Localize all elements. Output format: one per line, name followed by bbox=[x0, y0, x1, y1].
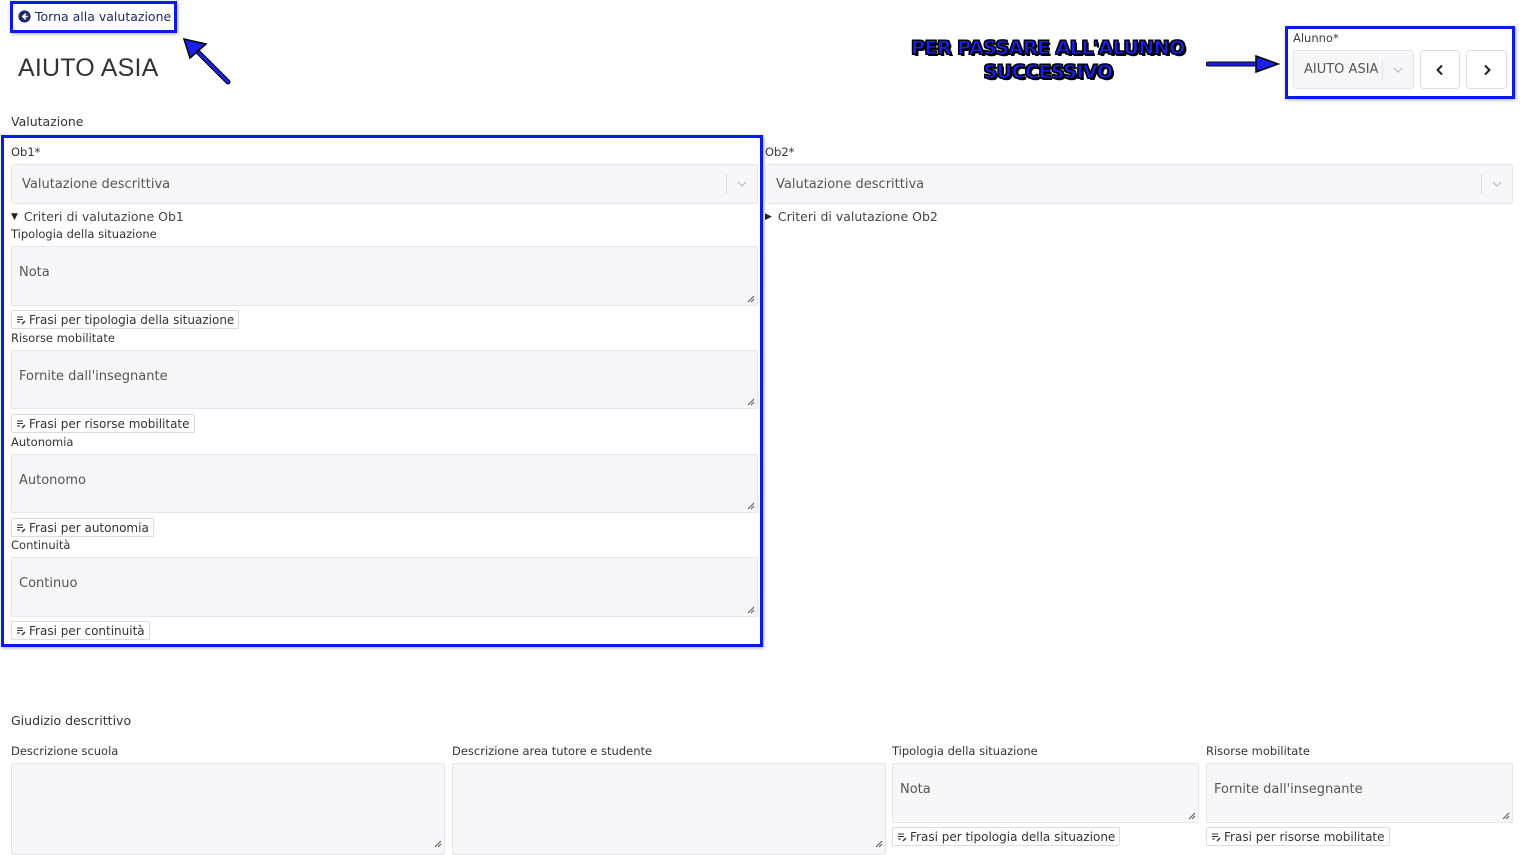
ob1-continuita-phrases-button[interactable]: Frasi per continuità bbox=[11, 621, 150, 640]
ob1-criteria-label: Criteri di valutazione Ob1 bbox=[23, 209, 184, 224]
phrases-icon bbox=[17, 627, 26, 635]
resize-grip-icon[interactable] bbox=[747, 606, 755, 614]
annotation-arrow-right-icon bbox=[1206, 54, 1280, 74]
ob1-criteria-toggle[interactable]: ▼ Criteri di valutazione Ob1 bbox=[11, 209, 184, 224]
triangle-right-icon: ▶ bbox=[765, 211, 772, 222]
chevron-right-icon bbox=[1483, 64, 1491, 75]
descrizione-area-textarea[interactable] bbox=[452, 763, 886, 855]
previous-student-button[interactable] bbox=[1420, 50, 1460, 89]
ob1-field-label: Continuità bbox=[11, 538, 71, 552]
chevron-down-icon bbox=[727, 181, 757, 187]
student-select[interactable]: AIUTO ASIA bbox=[1293, 50, 1414, 89]
student-select-value: AIUTO ASIA bbox=[1304, 62, 1379, 77]
phrase-button-label: Frasi per autonomia bbox=[29, 520, 149, 535]
giudizio-tipologia-textarea[interactable]: Nota bbox=[892, 763, 1199, 823]
ob1-select[interactable]: Valutazione descrittiva bbox=[11, 164, 758, 204]
textarea-value: Nota bbox=[900, 782, 931, 797]
giudizio-risorse-phrases-button[interactable]: Frasi per risorse mobilitate bbox=[1206, 827, 1390, 846]
resize-grip-icon[interactable] bbox=[747, 295, 755, 303]
resize-grip-icon[interactable] bbox=[434, 840, 442, 848]
giudizio-field-label: Risorse mobilitate bbox=[1206, 744, 1310, 758]
giudizio-tipologia-phrases-button[interactable]: Frasi per tipologia della situazione bbox=[892, 827, 1121, 846]
phrase-button-label: Frasi per tipologia della situazione bbox=[910, 829, 1116, 844]
ob1-risorse-textarea[interactable]: Fornite dall'insegnante bbox=[11, 350, 758, 409]
ob1-field-label: Autonomia bbox=[11, 435, 74, 449]
valutazione-section-title: Valutazione bbox=[11, 114, 84, 129]
phrases-icon bbox=[17, 316, 26, 324]
ob1-tipologia-phrases-button[interactable]: Frasi per tipologia della situazione bbox=[11, 310, 240, 329]
chevron-down-icon bbox=[1383, 67, 1413, 73]
ob1-autonomia-textarea[interactable]: Autonomo bbox=[11, 454, 758, 513]
ob1-continuita-textarea[interactable]: Continuo bbox=[11, 557, 758, 617]
giudizio-section-title: Giudizio descrittivo bbox=[11, 713, 132, 728]
student-selector-label: Alunno* bbox=[1293, 31, 1339, 45]
giudizio-risorse-textarea[interactable]: Fornite dall'insegnante bbox=[1206, 763, 1513, 823]
ob1-risorse-phrases-button[interactable]: Frasi per risorse mobilitate bbox=[11, 414, 195, 433]
ob2-label: Ob2* bbox=[765, 145, 795, 159]
textarea-value: Continuo bbox=[19, 576, 78, 591]
triangle-down-icon: ▼ bbox=[11, 211, 18, 222]
ob1-select-value: Valutazione descrittiva bbox=[22, 176, 171, 192]
phrase-button-label: Frasi per continuità bbox=[29, 623, 145, 638]
back-link-highlight bbox=[10, 1, 177, 33]
textarea-value: Nota bbox=[19, 265, 50, 280]
ob1-field-label: Risorse mobilitate bbox=[11, 331, 115, 345]
ob1-label: Ob1* bbox=[11, 145, 41, 159]
resize-grip-icon[interactable] bbox=[1188, 812, 1196, 820]
textarea-value: Fornite dall'insegnante bbox=[1214, 782, 1363, 797]
ob2-select[interactable]: Valutazione descrittiva bbox=[765, 164, 1513, 204]
resize-grip-icon[interactable] bbox=[1502, 812, 1510, 820]
phrase-button-label: Frasi per risorse mobilitate bbox=[1224, 829, 1385, 844]
ob2-select-value: Valutazione descrittiva bbox=[776, 176, 925, 192]
giudizio-field-label: Tipologia della situazione bbox=[892, 744, 1038, 758]
ob1-field-label: Tipologia della situazione bbox=[11, 227, 157, 241]
phrase-button-label: Frasi per tipologia della situazione bbox=[29, 312, 235, 327]
annotation-line2: SUCCESSIVO bbox=[983, 61, 1114, 84]
ob1-tipologia-textarea[interactable]: Nota bbox=[11, 246, 758, 306]
resize-grip-icon[interactable] bbox=[875, 840, 883, 848]
next-student-button[interactable] bbox=[1466, 50, 1507, 89]
annotation-text: PER PASSARE ALL'ALUNNO SUCCESSIVO bbox=[888, 36, 1208, 84]
phrase-button-label: Frasi per risorse mobilitate bbox=[29, 416, 190, 431]
annotation-arrow-up-left-icon bbox=[182, 37, 231, 85]
giudizio-field-label: Descrizione area tutore e studente bbox=[452, 744, 653, 758]
resize-grip-icon[interactable] bbox=[747, 502, 755, 510]
phrases-icon bbox=[1212, 833, 1221, 841]
textarea-value: Fornite dall'insegnante bbox=[19, 369, 168, 384]
phrases-icon bbox=[17, 420, 26, 428]
textarea-value: Autonomo bbox=[19, 473, 86, 488]
annotation-line1: PER PASSARE ALL'ALUNNO bbox=[911, 37, 1186, 60]
chevron-left-icon bbox=[1436, 64, 1443, 75]
ob1-autonomia-phrases-button[interactable]: Frasi per autonomia bbox=[11, 518, 154, 537]
descrizione-scuola-textarea[interactable] bbox=[11, 763, 445, 855]
ob2-criteria-toggle[interactable]: ▶ Criteri di valutazione Ob2 bbox=[765, 209, 938, 224]
phrases-icon bbox=[898, 833, 907, 841]
giudizio-field-label: Descrizione scuola bbox=[11, 744, 119, 758]
page-title: AIUTO ASIA bbox=[18, 54, 159, 82]
ob2-criteria-label: Criteri di valutazione Ob2 bbox=[777, 209, 938, 224]
phrases-icon bbox=[17, 524, 26, 532]
resize-grip-icon[interactable] bbox=[747, 398, 755, 406]
chevron-down-icon bbox=[1482, 181, 1512, 187]
